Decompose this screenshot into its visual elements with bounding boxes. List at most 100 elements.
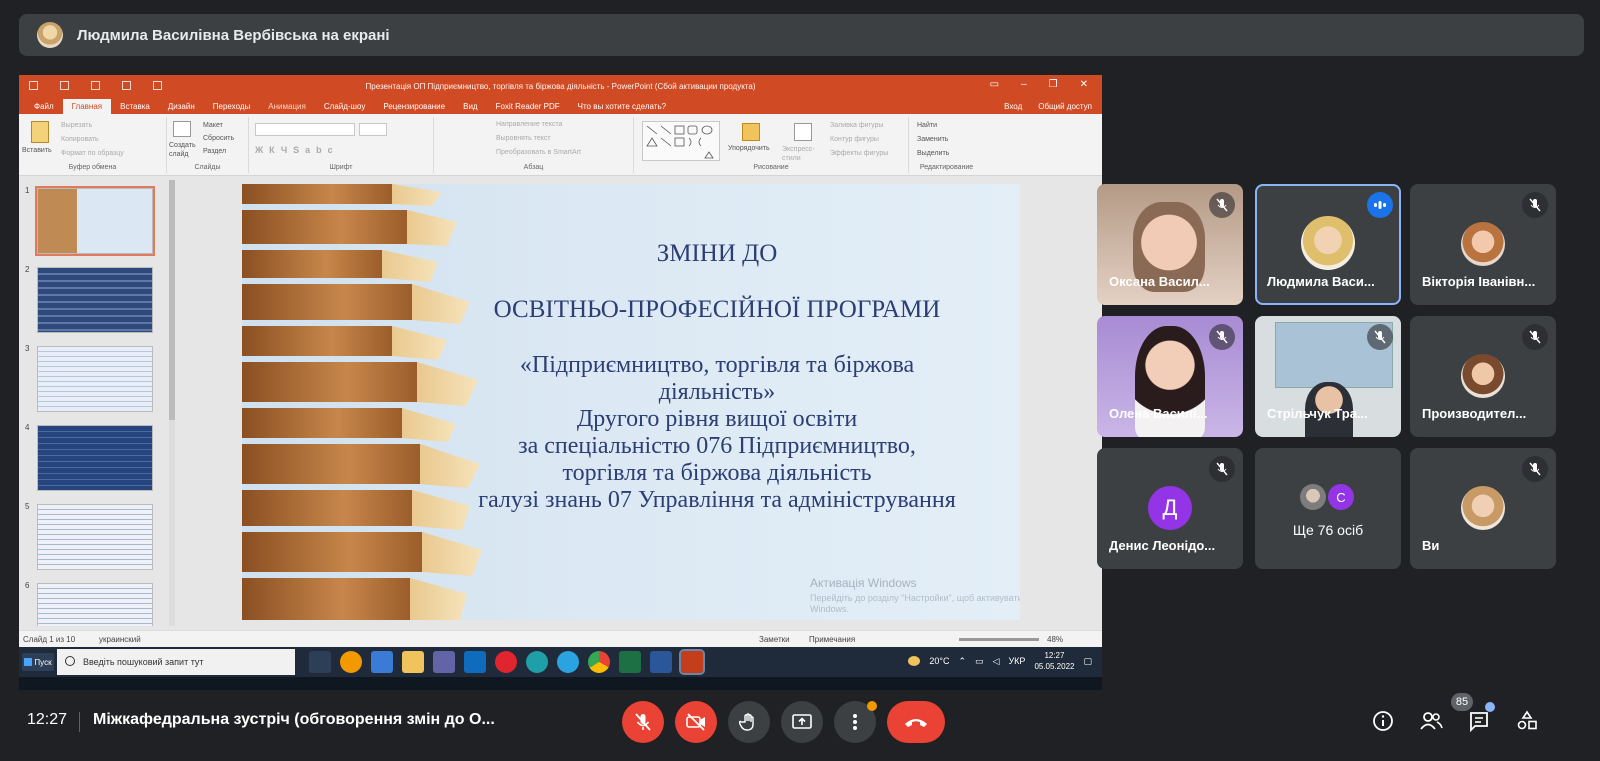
language-indicator[interactable]: украинский [99, 635, 141, 644]
mail-icon[interactable] [464, 651, 486, 673]
thumbnail-1[interactable]: 1 [25, 186, 163, 256]
weather-icon[interactable] [908, 656, 921, 666]
self-tile[interactable]: Ви [1410, 448, 1556, 569]
thumbnail-2[interactable]: 2 [25, 265, 163, 335]
file-explorer-icon[interactable] [402, 651, 424, 673]
taskbar-search[interactable]: Введіть пошуковий запит тут [57, 649, 295, 675]
find-button[interactable]: Найти [917, 122, 937, 129]
new-slide-button[interactable]: Создать слайд [169, 141, 201, 159]
zoom-level[interactable]: 48% [1047, 635, 1063, 644]
people-button[interactable] [1414, 704, 1448, 738]
tab-file[interactable]: Файл [25, 102, 63, 114]
tab-design[interactable]: Дизайн [159, 102, 204, 114]
replace-button[interactable]: Заменить [917, 136, 948, 143]
tab-slideshow[interactable]: Слайд-шоу [315, 102, 374, 114]
sign-in-link[interactable]: Вход [1004, 102, 1022, 111]
scrollbar-knob[interactable] [169, 180, 175, 420]
new-slide-icon[interactable] [173, 121, 191, 137]
copy-button[interactable]: Копировать [61, 136, 99, 143]
paste-icon[interactable] [31, 121, 49, 143]
text-direction-button[interactable]: Направление текста [496, 121, 562, 128]
arrange-icon[interactable] [742, 123, 760, 141]
maximize-icon[interactable]: ❐ [1049, 79, 1058, 90]
notifications-icon[interactable]: ▢ [1083, 656, 1092, 667]
shapes-gallery[interactable] [642, 121, 720, 161]
keyboard-language[interactable]: УКР [1008, 656, 1025, 666]
leave-call-button[interactable] [887, 701, 945, 743]
powerpoint-icon[interactable] [679, 649, 705, 675]
quick-styles-icon[interactable] [794, 123, 812, 141]
store-icon[interactable] [371, 651, 393, 673]
thumbnail-3[interactable]: 3 [25, 344, 163, 414]
section-button[interactable]: Раздел [203, 148, 226, 155]
temperature[interactable]: 20°C [929, 656, 949, 666]
more-participants-tile[interactable]: С Ще 76 осіб [1255, 448, 1401, 569]
tab-review[interactable]: Рецензирование [374, 102, 454, 114]
participant-tile[interactable]: Олена Василі... [1097, 316, 1243, 437]
participant-tile[interactable]: Д Денис Леонідо... [1097, 448, 1243, 569]
participant-tile[interactable]: Производител... [1410, 316, 1556, 437]
format-painter-button[interactable]: Формат по образцу [61, 150, 124, 157]
microphone-toggle-button[interactable] [622, 701, 664, 743]
camera-toggle-button[interactable] [675, 701, 717, 743]
quick-styles-button[interactable]: Экспресс-стили [782, 145, 822, 163]
activities-button[interactable] [1510, 704, 1544, 738]
telegram-icon[interactable] [557, 651, 579, 673]
zoom-slider[interactable] [959, 638, 1039, 641]
more-participants-label: Ще 76 осіб [1292, 522, 1364, 538]
meeting-details-button[interactable] [1366, 704, 1400, 738]
taskbar-clock[interactable]: 12:27 05.05.2022 [1034, 650, 1074, 672]
cut-button[interactable]: Вырезать [61, 122, 92, 129]
notes-button[interactable]: Заметки [759, 635, 790, 644]
thumbnails-scrollbar[interactable] [169, 180, 175, 626]
raise-hand-button[interactable] [728, 701, 770, 743]
paste-button[interactable]: Вставить [22, 147, 52, 154]
shape-effects-button[interactable]: Эффекты фигуры [830, 150, 888, 157]
present-screen-button[interactable] [781, 701, 823, 743]
arrange-button[interactable]: Упорядочить [728, 145, 770, 152]
opera-icon[interactable] [495, 651, 517, 673]
tab-foxit[interactable]: Foxit Reader PDF [487, 102, 569, 114]
slide-canvas[interactable]: ЗМІНИ ДО ОСВІТНЬО-ПРОФЕСІЙНОЇ ПРОГРАМИ «… [242, 184, 1020, 620]
share-link[interactable]: Общий доступ [1038, 102, 1092, 111]
chevron-up-icon[interactable]: ⌃ [958, 656, 966, 667]
start-button[interactable]: Пуск [22, 653, 54, 671]
word-icon[interactable] [650, 651, 672, 673]
chrome-icon[interactable] [588, 651, 610, 673]
ribbon-display-icon[interactable]: ▭ [990, 79, 999, 90]
participant-tile[interactable]: Стрільчук Тра... [1255, 316, 1401, 437]
thumbnail-4[interactable]: 4 [25, 423, 163, 493]
shape-outline-button[interactable]: Контур фигуры [830, 136, 879, 143]
font-format-icons[interactable]: ЖКЧSabc [255, 145, 339, 155]
tab-transitions[interactable]: Переходы [204, 102, 260, 114]
layout-button[interactable]: Макет [203, 122, 223, 129]
smartart-button[interactable]: Преобразовать в SmartArt [496, 149, 581, 156]
app-icon-orange[interactable] [340, 651, 362, 673]
tab-view[interactable]: Вид [454, 102, 486, 114]
font-name-field[interactable] [255, 123, 355, 136]
volume-icon[interactable]: ◁ [993, 656, 1000, 667]
tab-animations[interactable]: Анимация [259, 102, 315, 114]
select-button[interactable]: Выделить [917, 150, 949, 157]
reset-button[interactable]: Сбросить [203, 135, 234, 142]
tab-home[interactable]: Главная [62, 99, 112, 114]
align-text-button[interactable]: Выровнять текст [496, 135, 551, 142]
edge-icon[interactable] [526, 651, 548, 673]
thumbnail-6[interactable]: 6 [25, 581, 163, 626]
font-size-field[interactable] [359, 123, 387, 136]
shape-fill-button[interactable]: Заливка фигуры [830, 122, 883, 129]
meeting-title[interactable]: Міжкафедральна зустріч (обговорення змін… [93, 711, 495, 729]
participant-tile[interactable]: Людмила Васи... [1255, 184, 1401, 305]
task-view-icon[interactable] [309, 651, 331, 673]
participant-tile[interactable]: Вікторія Іванівн... [1410, 184, 1556, 305]
tell-me-search[interactable]: Что вы хотите сделать? [569, 102, 675, 114]
teams-icon[interactable] [433, 651, 455, 673]
close-icon[interactable]: ✕ [1080, 79, 1088, 90]
tab-insert[interactable]: Вставка [111, 102, 159, 114]
comments-button[interactable]: Примечания [809, 635, 855, 644]
participant-tile[interactable]: Оксана Васил... [1097, 184, 1243, 305]
minimize-icon[interactable]: – [1021, 79, 1027, 90]
thumbnail-5[interactable]: 5 [25, 502, 163, 572]
excel-icon[interactable] [619, 651, 641, 673]
network-icon[interactable]: ▭ [975, 656, 984, 667]
